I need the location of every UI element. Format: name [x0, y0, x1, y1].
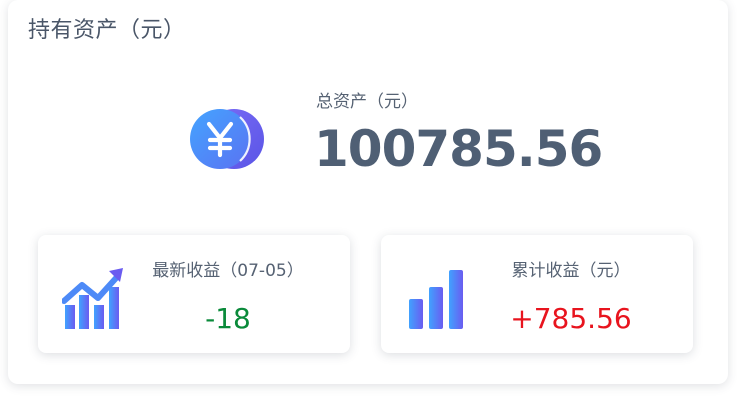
- cumulative-income-value: +785.56: [510, 302, 632, 335]
- bar-chart-icon: [405, 267, 467, 333]
- total-assets-value: 100785.56: [314, 120, 603, 178]
- latest-income-card: 最新收益（07-05） -18: [38, 235, 350, 353]
- total-assets-label: 总资产（元）: [316, 92, 418, 112]
- latest-income-label: 最新收益（07-05）: [152, 261, 304, 281]
- cumulative-income-label: 累计收益（元）: [511, 261, 631, 281]
- latest-income-value: -18: [205, 302, 251, 335]
- trend-up-chart-icon: [61, 267, 124, 333]
- card-title: 持有资产（元）: [28, 18, 186, 43]
- holdings-card: 持有资产（元） 总资产（元） 100785.56 最新收益（07-05） -18…: [8, 0, 728, 384]
- cumulative-income-card: 累计收益（元） +785.56: [381, 235, 693, 353]
- yuan-coin-icon: [184, 108, 268, 172]
